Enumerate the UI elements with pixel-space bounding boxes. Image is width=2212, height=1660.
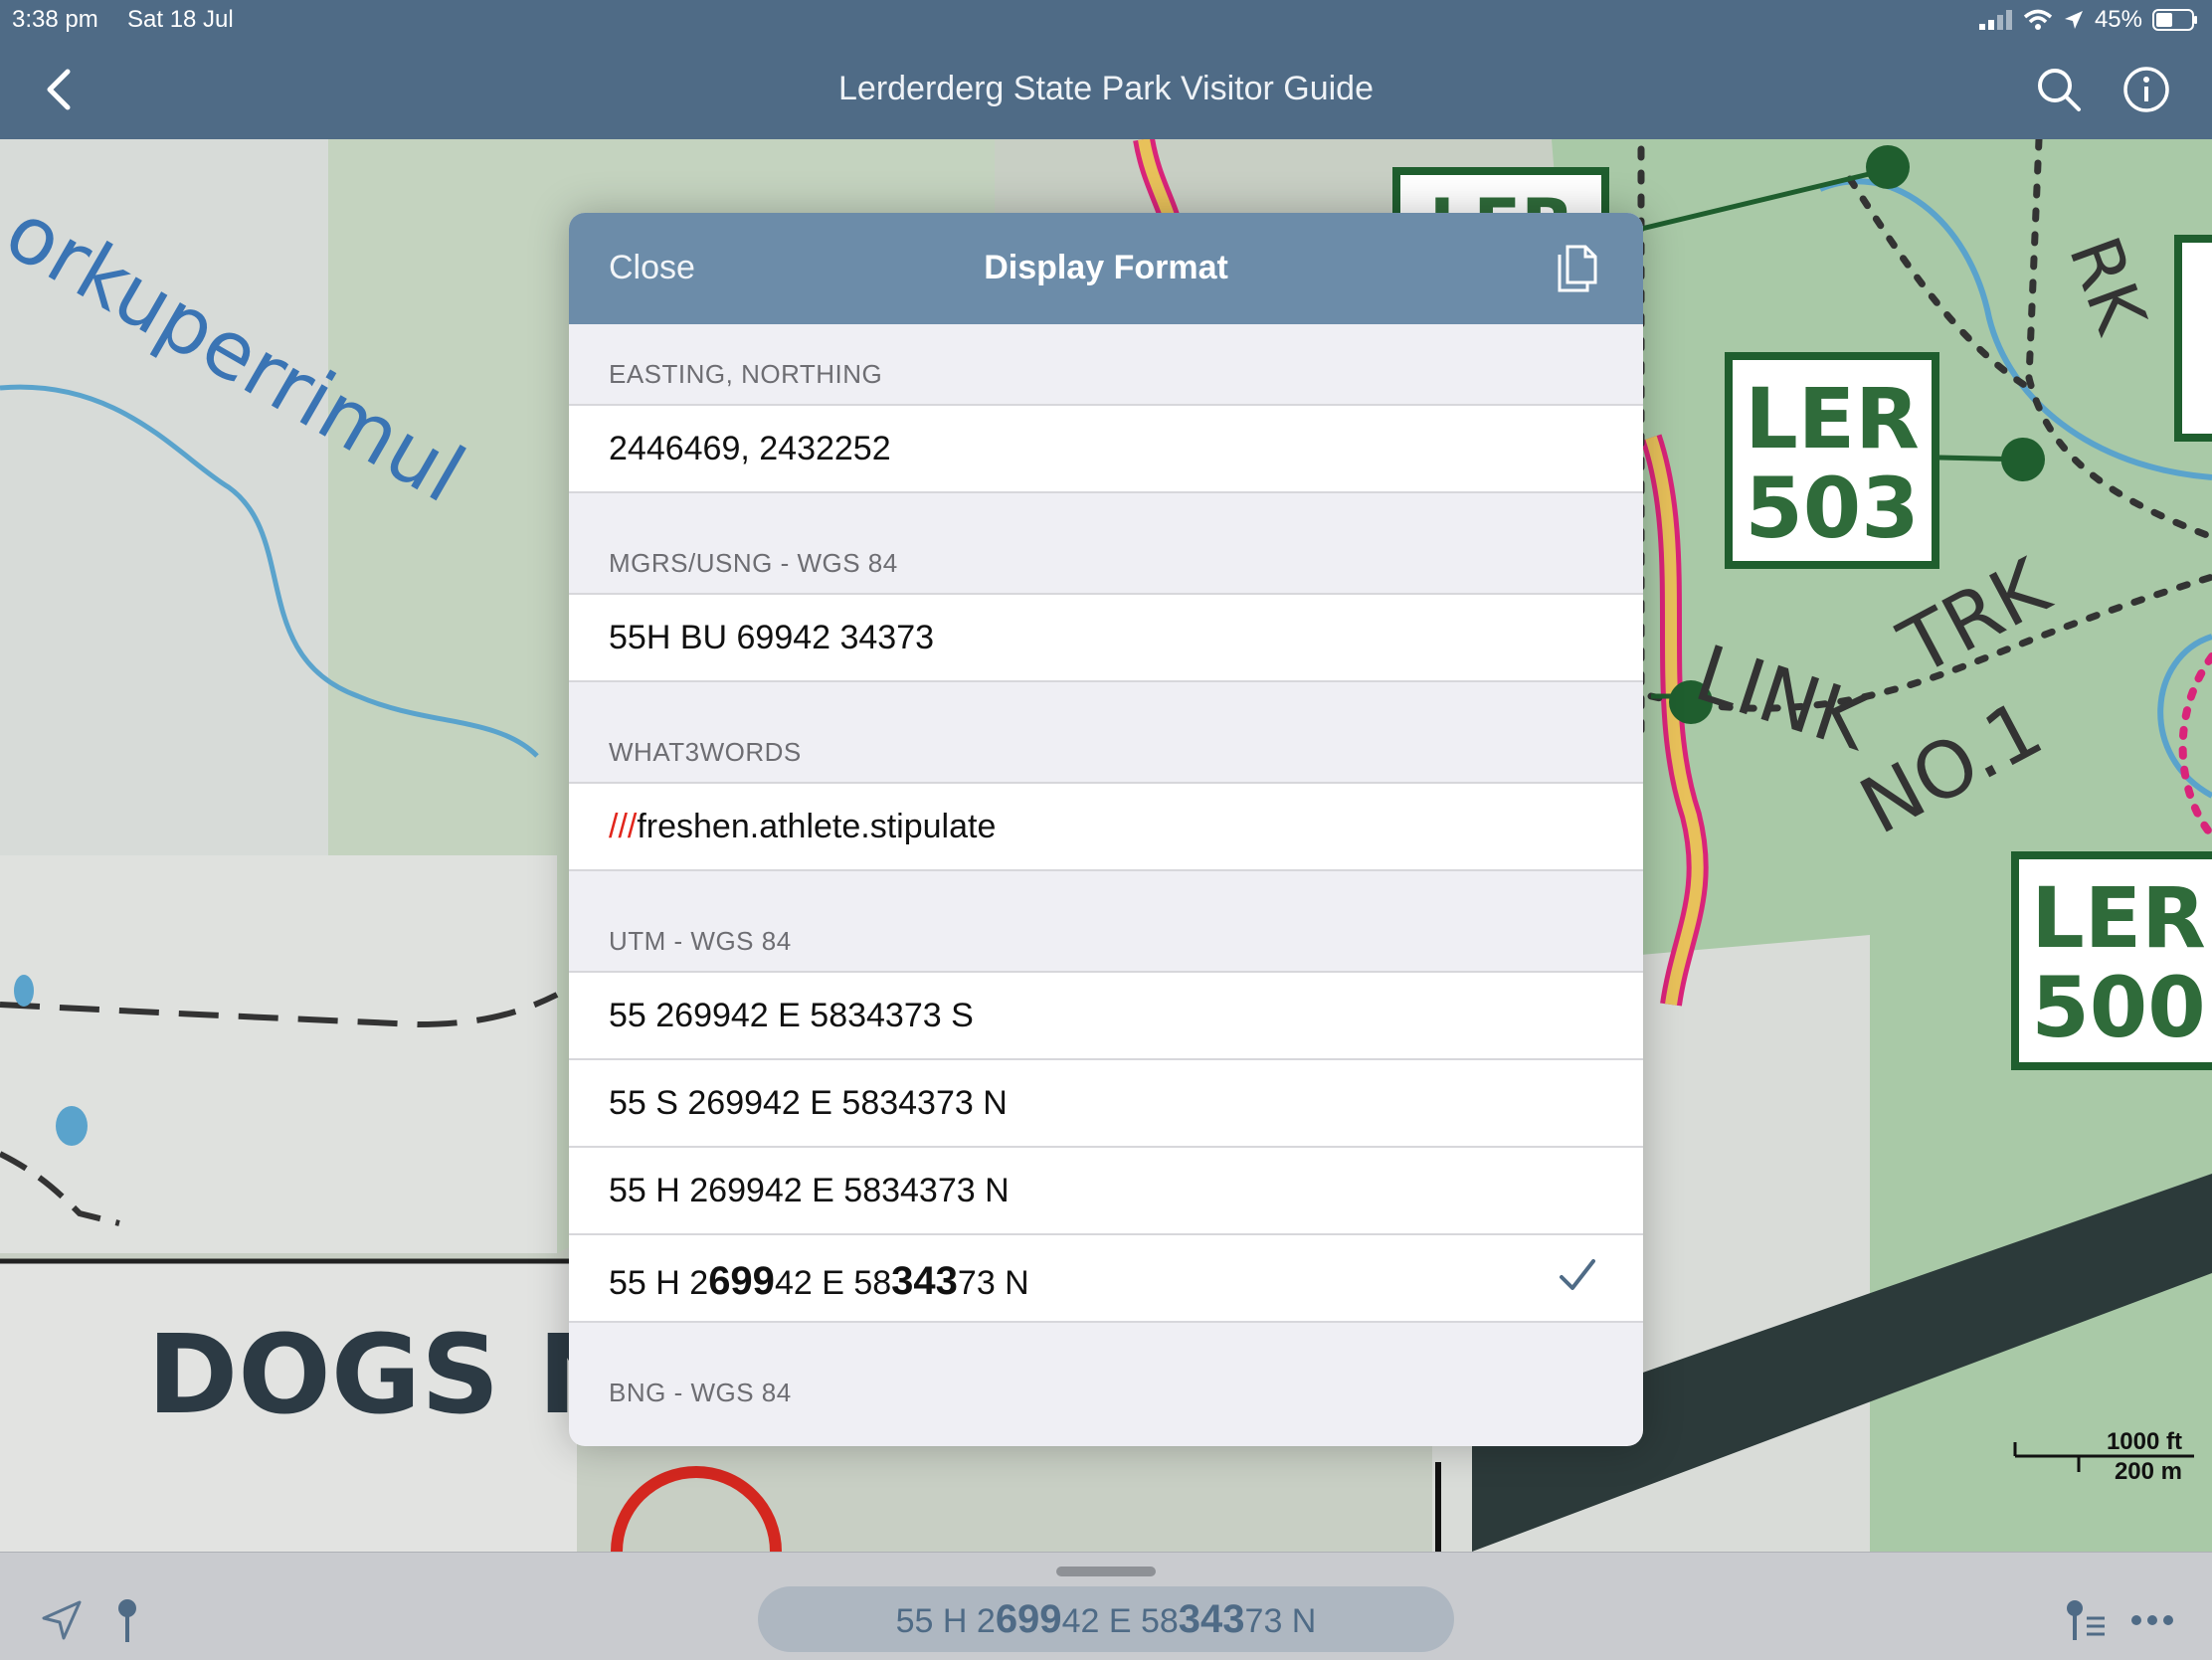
w3w-slashes: /// <box>609 808 638 845</box>
nav-bar: Lerderderg State Park Visitor Guide <box>0 40 2212 139</box>
bottom-toolbar: 55 H 269942 E 5834373 N <box>0 1552 2212 1660</box>
format-row-utm-2[interactable]: 55 S 269942 E 5834373 N <box>569 1058 1643 1146</box>
status-time: 3:38 pm <box>12 6 98 33</box>
wifi-icon <box>2023 9 2053 30</box>
scale-feet: 1000 ft <box>2106 1428 2182 1455</box>
battery-percent: 45% <box>2094 6 2142 33</box>
location-arrow-icon[interactable] <box>38 1596 86 1644</box>
scale-meters: 200 m <box>2114 1458 2182 1485</box>
format-value: 55 S 269942 E 5834373 N <box>609 1084 1008 1122</box>
format-value: 55H BU 69942 34373 <box>609 619 935 656</box>
section-header-what3words: WHAT3WORDS <box>609 737 802 767</box>
map-scale: 1000 ft 200 m <box>2009 1428 2198 1488</box>
format-value: 55 H 269942 E 5834373 N <box>609 1259 1029 1303</box>
search-icon[interactable] <box>2033 64 2085 115</box>
format-row-utm-1[interactable]: 55 269942 E 5834373 S <box>569 971 1643 1058</box>
page-title: Lerderderg State Park Visitor Guide <box>838 70 1374 107</box>
format-row-utm-selected[interactable]: 55 H 269942 E 5834373 N <box>569 1233 1643 1323</box>
format-value: ///freshen.athlete.stipulate <box>609 808 996 846</box>
format-value: 55 269942 E 5834373 S <box>609 997 974 1034</box>
display-format-modal: Close Display Format EASTING, NORTHING 2… <box>569 213 1643 1446</box>
modal-header: Close Display Format <box>569 213 1643 324</box>
marker-503-line1: LER <box>1745 370 1920 467</box>
format-value: 2446469, 2432252 <box>609 430 891 467</box>
format-row-easting-northing[interactable]: 2446469, 2432252 <box>569 404 1643 493</box>
marker-503-line2: 503 <box>1745 460 1919 557</box>
checkmark-icon <box>1560 1259 1595 1290</box>
format-row-mgrs[interactable]: 55H BU 69942 34373 <box>569 593 1643 682</box>
format-row-utm-3[interactable]: 55 H 269942 E 5834373 N <box>569 1146 1643 1233</box>
w3w-words: freshen.athlete.stipulate <box>637 808 997 845</box>
format-row-what3words[interactable]: ///freshen.athlete.stipulate <box>569 782 1643 871</box>
copy-icon[interactable] <box>1550 241 1605 296</box>
section-header-mgrs: MGRS/USNG - WGS 84 <box>609 548 898 578</box>
status-date: Sat 18 Jul <box>127 6 234 33</box>
format-list: EASTING, NORTHING 2446469, 2432252 MGRS/… <box>569 324 1643 1422</box>
format-value: 55 H 269942 E 5834373 N <box>609 1172 1010 1209</box>
signal-icon <box>1978 10 2012 30</box>
section-header-utm: UTM - WGS 84 <box>609 926 792 956</box>
section-header-bng: BNG - WGS 84 <box>609 1378 792 1407</box>
section-header-easting-northing: EASTING, NORTHING <box>609 359 883 389</box>
info-icon[interactable] <box>2120 64 2172 115</box>
status-indicators: 45% <box>1978 6 2198 34</box>
battery-icon <box>2152 9 2197 31</box>
pin-list-icon[interactable] <box>2061 1596 2109 1644</box>
status-bar: 3:38 pm Sat 18 Jul 45% <box>0 0 2212 40</box>
marker-500-line1: LER <box>2031 869 2206 967</box>
location-services-icon <box>2064 11 2083 29</box>
pin-icon[interactable] <box>103 1596 151 1644</box>
more-icon[interactable] <box>2128 1596 2176 1644</box>
marker-500-line2: 500 <box>2031 959 2205 1056</box>
modal-title: Display Format <box>984 249 1228 286</box>
drawer-grabber[interactable] <box>1056 1567 1156 1576</box>
coordinate-display-button[interactable]: 55 H 269942 E 5834373 N <box>758 1586 1454 1652</box>
